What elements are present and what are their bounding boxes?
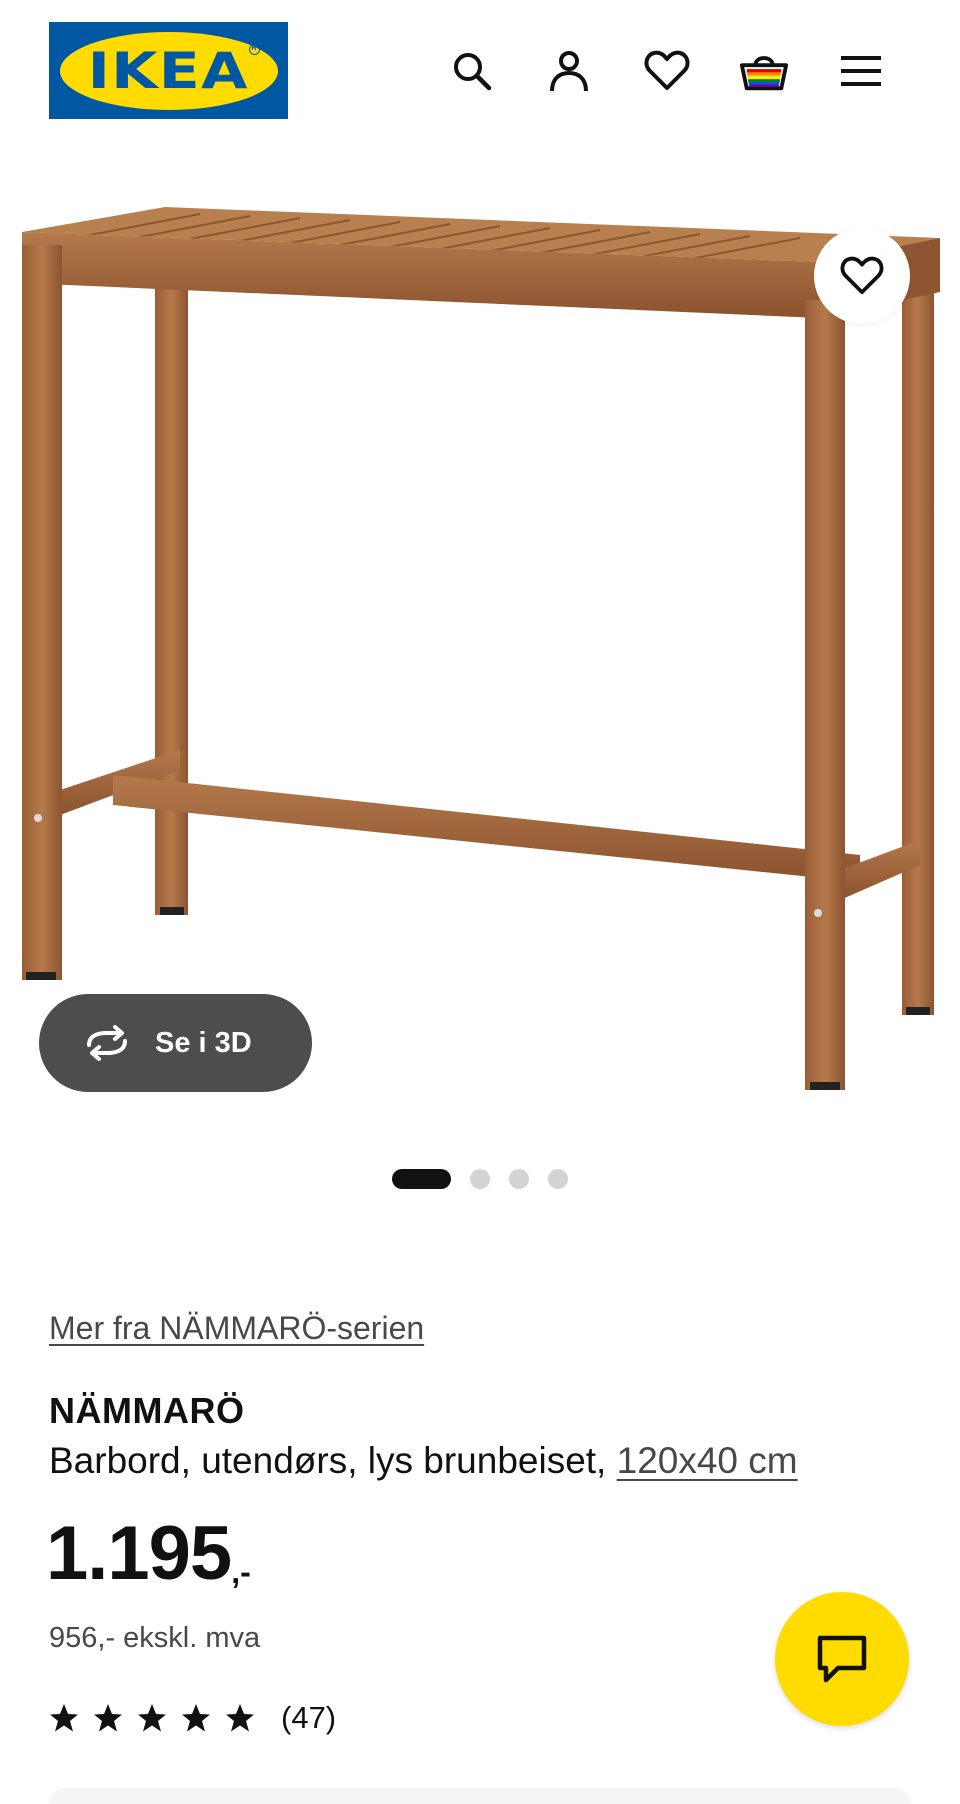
star-icon	[138, 1704, 166, 1732]
bar-table-illustration	[22, 207, 940, 1090]
star-icon	[226, 1704, 254, 1732]
account-icon[interactable]	[544, 46, 594, 96]
see-in-3d-button[interactable]: Se i 3D	[39, 994, 312, 1092]
product-name: NÄMMARÖ	[49, 1390, 245, 1431]
chat-bubble-icon	[817, 1635, 867, 1683]
product-description: Barbord, utendørs, lys brunbeiset, 120x4…	[49, 1440, 798, 1482]
price: 1.195 ,-	[46, 1516, 251, 1592]
heart-icon	[840, 256, 884, 295]
size-link[interactable]: 120x40 cm	[617, 1440, 798, 1481]
product-image[interactable]	[0, 190, 960, 1120]
registered-mark: R	[248, 43, 260, 55]
carousel-dot-1[interactable]	[392, 1169, 451, 1189]
star-icon	[182, 1704, 210, 1732]
chat-button[interactable]	[775, 1592, 909, 1726]
header: IKEA R	[0, 0, 960, 130]
search-icon[interactable]	[447, 46, 497, 96]
see-in-3d-label: Se i 3D	[155, 1026, 252, 1059]
star-icon	[50, 1704, 78, 1732]
menu-icon[interactable]	[836, 46, 886, 96]
star-icon	[94, 1704, 122, 1732]
product-description-text: Barbord, utendørs, lys brunbeiset,	[49, 1440, 607, 1481]
basket-icon[interactable]	[739, 46, 789, 96]
price-excl-vat: 956,- ekskl. mva	[49, 1622, 261, 1654]
add-to-wishlist-button[interactable]	[814, 228, 910, 324]
rotate-3d-icon	[87, 1025, 127, 1061]
rating[interactable]: (47)	[49, 1700, 336, 1736]
logo-oval: IKEA R	[59, 31, 278, 110]
series-link[interactable]: Mer fra NÄMMARÖ-serien	[49, 1310, 424, 1347]
price-suffix: ,-	[231, 1554, 251, 1590]
ikea-logo[interactable]: IKEA R	[49, 22, 288, 119]
carousel-indicator	[392, 1169, 568, 1189]
price-main: 1.195	[46, 1511, 232, 1596]
carousel-dot-2[interactable]	[470, 1169, 490, 1189]
product-page: IKEA R Se i 3D Mer fra NÄMMARÖ-serien NÄ…	[0, 0, 960, 1804]
logo-text: IKEA	[87, 41, 250, 100]
wishlist-heart-icon[interactable]	[642, 46, 692, 96]
carousel-dot-3[interactable]	[509, 1169, 529, 1189]
rating-count: (47)	[281, 1700, 337, 1735]
carousel-dot-4[interactable]	[548, 1169, 568, 1189]
bottom-panel	[49, 1788, 911, 1804]
